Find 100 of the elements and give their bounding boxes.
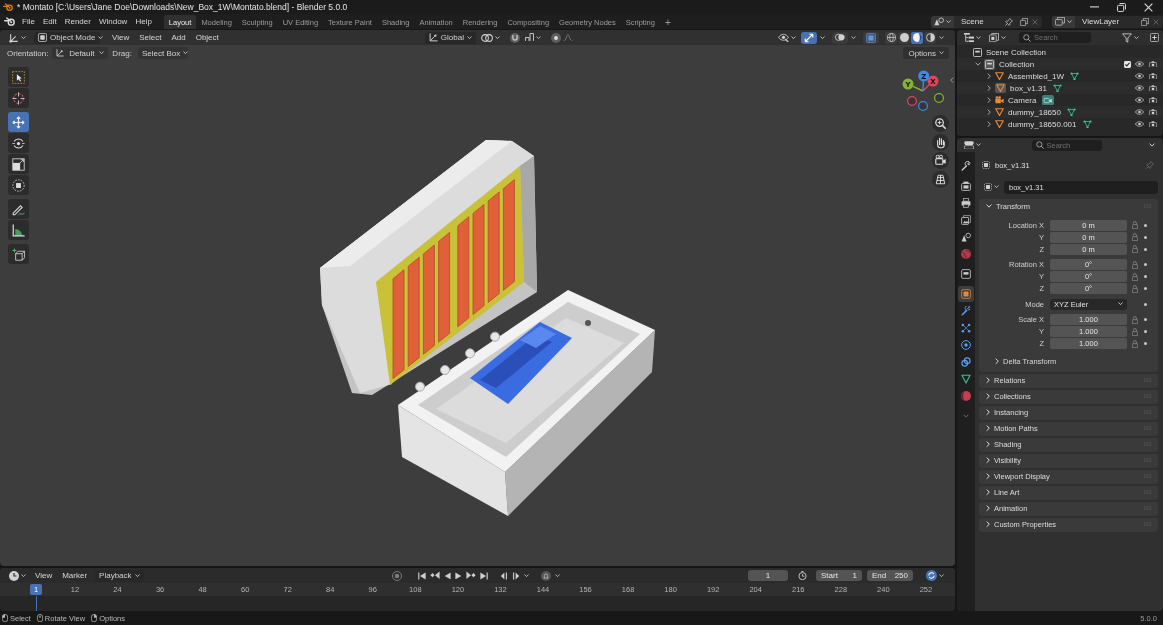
lock-disc-icon[interactable] bbox=[540, 570, 551, 581]
vertex-triangle-icon[interactable] bbox=[1052, 83, 1062, 93]
menu-item[interactable]: View bbox=[108, 31, 134, 44]
zoom-icon[interactable] bbox=[932, 115, 949, 132]
eye-icon[interactable] bbox=[1135, 97, 1144, 103]
caret-icon[interactable] bbox=[1149, 143, 1155, 147]
caret-icon[interactable] bbox=[554, 573, 560, 578]
filter-button[interactable] bbox=[1119, 31, 1142, 44]
step-back-icon[interactable] bbox=[499, 571, 508, 580]
camera-icon[interactable] bbox=[932, 152, 949, 169]
camera-icon[interactable] bbox=[1149, 84, 1157, 92]
camera-icon[interactable] bbox=[1149, 120, 1157, 128]
jump-to-end-icon[interactable] bbox=[479, 571, 488, 580]
editor-type-button[interactable] bbox=[961, 139, 984, 151]
menu-item[interactable]: Marker bbox=[58, 569, 92, 582]
plus-square-icon[interactable] bbox=[1150, 33, 1159, 42]
mode-dropdown[interactable]: Object Mode bbox=[34, 31, 100, 44]
eye-icon[interactable] bbox=[1135, 73, 1144, 79]
copy-icon[interactable] bbox=[1020, 17, 1028, 26]
camera-icon[interactable] bbox=[1149, 108, 1157, 116]
caret-icon[interactable] bbox=[523, 573, 529, 578]
perspective-grid-icon[interactable] bbox=[932, 170, 949, 188]
padlock-icon[interactable] bbox=[1132, 315, 1138, 324]
tool-button[interactable] bbox=[8, 154, 29, 174]
shading-mode-button[interactable] bbox=[885, 31, 897, 44]
keyframe-dot-icon[interactable] bbox=[1144, 223, 1147, 227]
disclosure-caret-icon[interactable] bbox=[975, 62, 981, 66]
camera-icon[interactable] bbox=[1149, 60, 1157, 68]
disclosure-caret-icon[interactable] bbox=[987, 96, 991, 104]
shading-mode-button[interactable] bbox=[898, 31, 910, 44]
item-name[interactable]: box_v1.31 bbox=[1010, 83, 1047, 93]
record-icon[interactable] bbox=[391, 570, 402, 581]
current-frame-field[interactable]: 1 bbox=[748, 570, 788, 581]
tool-button[interactable] bbox=[8, 67, 29, 87]
display-mode-button[interactable] bbox=[961, 31, 984, 44]
magnet-icon[interactable] bbox=[509, 32, 520, 43]
checkbox[interactable] bbox=[1124, 60, 1131, 68]
keyframe-dot-icon[interactable] bbox=[1144, 263, 1147, 266]
menu-item[interactable]: View bbox=[31, 569, 57, 582]
menu-item[interactable]: Edit bbox=[38, 15, 61, 28]
padlock-icon[interactable] bbox=[1132, 327, 1138, 336]
properties-tab[interactable] bbox=[958, 212, 974, 228]
editor-type-button[interactable] bbox=[6, 31, 29, 44]
tool-button[interactable] bbox=[8, 133, 29, 153]
item-name[interactable]: Assembled_1W bbox=[1008, 71, 1065, 81]
keyframe-dot-icon[interactable] bbox=[1144, 275, 1147, 278]
padlock-icon[interactable] bbox=[1132, 245, 1138, 253]
camera-icon[interactable] bbox=[1149, 96, 1157, 104]
properties-tab[interactable] bbox=[958, 286, 974, 302]
eye-icon[interactable] bbox=[1135, 109, 1144, 115]
filter-view-button[interactable] bbox=[986, 31, 1009, 44]
datablock-browse-button[interactable] bbox=[981, 181, 1002, 193]
close-icon[interactable] bbox=[1144, 2, 1153, 12]
caret-icon[interactable] bbox=[939, 35, 944, 40]
scene-browse-button[interactable] bbox=[931, 15, 954, 28]
item-name[interactable]: Collection bbox=[999, 59, 1035, 69]
vertex-triangle-icon[interactable] bbox=[1066, 107, 1076, 117]
jump-to-start-icon[interactable] bbox=[417, 571, 426, 580]
keyframe-dot-icon[interactable] bbox=[1144, 235, 1147, 239]
xray-toggle[interactable] bbox=[863, 31, 879, 44]
camera-tile-icon[interactable] bbox=[1042, 94, 1055, 106]
hand-icon[interactable] bbox=[932, 133, 949, 151]
keyframe-dot-icon[interactable] bbox=[1144, 318, 1147, 321]
padlock-icon[interactable] bbox=[1132, 284, 1138, 293]
menu-item[interactable]: Window bbox=[94, 15, 132, 28]
padlock-icon[interactable] bbox=[1132, 260, 1138, 269]
padlock-icon[interactable] bbox=[1132, 233, 1138, 241]
properties-tab[interactable] bbox=[958, 354, 974, 370]
stopwatch-icon[interactable] bbox=[798, 571, 807, 580]
menu-item[interactable]: Object bbox=[191, 31, 223, 44]
tool-button[interactable] bbox=[8, 199, 29, 219]
camera-icon[interactable] bbox=[1149, 72, 1157, 80]
tool-button[interactable] bbox=[8, 220, 29, 240]
sync-button[interactable] bbox=[923, 569, 947, 582]
caret-icon[interactable] bbox=[851, 35, 856, 40]
properties-tab[interactable] bbox=[958, 266, 974, 282]
next-keyframe-icon[interactable] bbox=[465, 571, 476, 580]
keyframe-dot-icon[interactable] bbox=[1144, 330, 1147, 333]
menu-item[interactable]: Render bbox=[60, 15, 95, 28]
drag-dropdown[interactable]: Select Box bbox=[137, 47, 188, 59]
disclosure-caret-icon[interactable] bbox=[987, 84, 991, 92]
eye-icon[interactable] bbox=[1135, 61, 1144, 67]
transform-orientation-dropdown[interactable]: Default bbox=[52, 47, 109, 59]
keyframe-dot-icon[interactable] bbox=[1144, 287, 1147, 290]
view-layer-browse-button[interactable] bbox=[1052, 15, 1075, 28]
options-dropdown[interactable]: Options bbox=[903, 47, 949, 59]
gizmo-toggle[interactable] bbox=[801, 31, 817, 44]
caret-icon[interactable] bbox=[820, 35, 825, 40]
tool-button[interactable] bbox=[8, 88, 29, 108]
step-forward-icon[interactable] bbox=[511, 571, 520, 580]
eye-icon[interactable] bbox=[1135, 85, 1144, 91]
menu-item[interactable]: Add bbox=[167, 31, 190, 44]
start-frame-field[interactable]: Start 1 bbox=[816, 570, 862, 581]
vertex-triangle-icon[interactable] bbox=[1070, 71, 1080, 81]
previous-keyframe-icon[interactable] bbox=[429, 571, 440, 580]
tool-button[interactable] bbox=[8, 244, 29, 264]
menu-item[interactable]: Select bbox=[135, 31, 166, 44]
blender-logo-icon[interactable] bbox=[4, 17, 15, 26]
keyframe-dot-icon[interactable] bbox=[1144, 342, 1147, 345]
playback-dropdown[interactable]: Playback bbox=[95, 569, 144, 582]
